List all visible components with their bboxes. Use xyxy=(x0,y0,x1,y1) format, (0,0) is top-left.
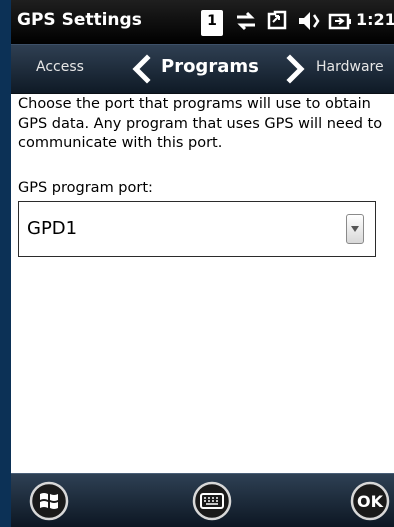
keyboard-icon[interactable] xyxy=(191,481,233,525)
tab-programs[interactable]: Programs xyxy=(161,56,259,77)
ok-button[interactable]: OK xyxy=(349,481,391,525)
connectivity-icon[interactable] xyxy=(233,8,259,34)
ok-label: OK xyxy=(357,492,384,511)
clock[interactable]: 1:21 xyxy=(356,10,394,29)
tab-bar: Access Programs Hardware xyxy=(11,44,394,94)
title-bar: GPS Settings 1 1:21 xyxy=(11,0,394,44)
port-label: GPS program port: xyxy=(18,180,153,196)
bottom-bar: OK xyxy=(11,473,394,527)
tab-access[interactable]: Access xyxy=(36,59,84,75)
window-title: GPS Settings xyxy=(17,10,142,30)
gps-port-value[interactable]: GPD1 xyxy=(27,218,77,239)
battery-icon[interactable] xyxy=(327,8,353,34)
windows-start-icon[interactable] xyxy=(28,481,70,525)
tab-hardware[interactable]: Hardware xyxy=(316,59,384,75)
volume-icon[interactable] xyxy=(297,8,323,34)
chevron-right-icon[interactable] xyxy=(283,54,309,84)
screen: GPS Settings 1 1:21 Access Programs Hard… xyxy=(11,0,394,527)
chevron-down-icon xyxy=(351,226,359,232)
gps-port-select[interactable]: GPD1 xyxy=(18,201,376,257)
sync-icon[interactable] xyxy=(265,8,291,34)
chevron-left-icon[interactable] xyxy=(128,54,154,84)
dropdown-button[interactable] xyxy=(346,214,364,244)
notification-badge[interactable]: 1 xyxy=(201,10,223,36)
description-text: Choose the port that programs will use t… xyxy=(18,96,383,151)
